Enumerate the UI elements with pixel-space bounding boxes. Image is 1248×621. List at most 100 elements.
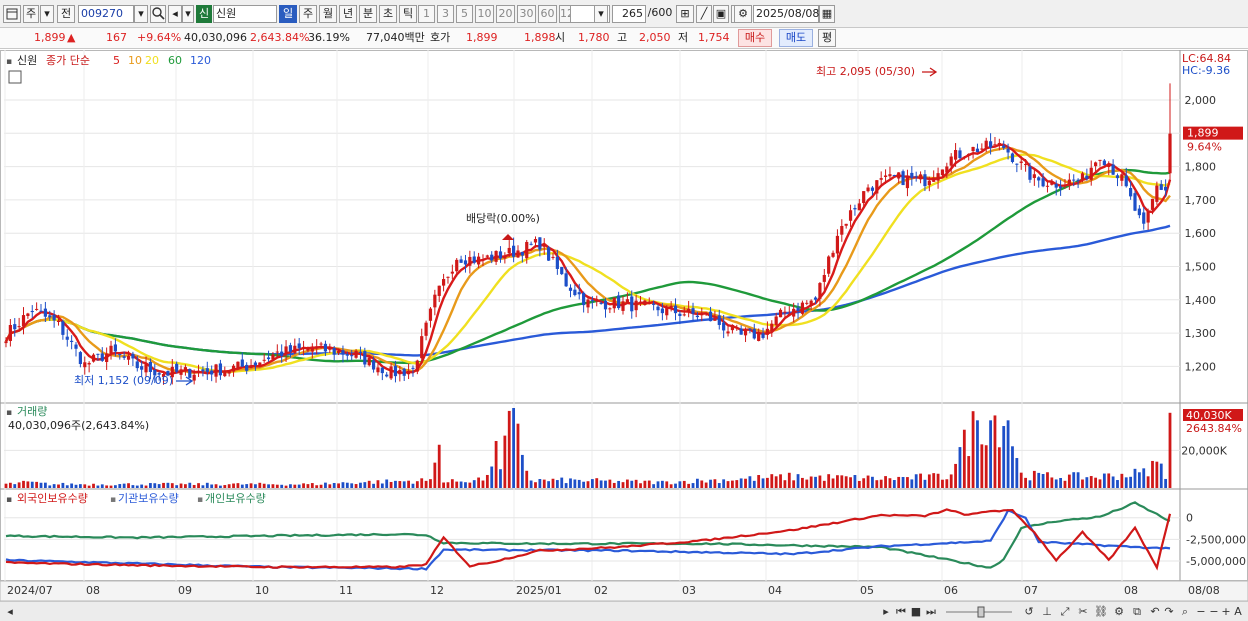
- candle-body: [1045, 185, 1050, 187]
- volume-bar: [306, 484, 310, 488]
- price-axis-tick: 1,300: [1185, 327, 1217, 340]
- pin-icon[interactable]: ⊥: [1040, 604, 1054, 619]
- open-label: 시: [555, 31, 566, 44]
- interval-button[interactable]: 20: [496, 5, 515, 23]
- volume-bar: [871, 476, 874, 488]
- candle-body: [240, 359, 244, 367]
- period-button[interactable]: 일: [279, 5, 297, 23]
- sell-button[interactable]: 매도: [779, 29, 813, 47]
- volume-bar: [1146, 476, 1150, 488]
- zoom-slider[interactable]: [944, 604, 1014, 619]
- volume-bar: [122, 483, 126, 488]
- interval-button[interactable]: 1: [418, 5, 435, 23]
- indicator-icon[interactable]: ⊞: [676, 5, 694, 23]
- zoom-out-icon[interactable]: −: [1194, 604, 1208, 619]
- ma-legend-item: 120: [190, 54, 211, 67]
- scroll-right-icon[interactable]: ▸: [880, 604, 892, 619]
- font-size-icon[interactable]: A: [1232, 604, 1244, 619]
- zoom-reset-icon[interactable]: ↺: [1022, 604, 1036, 619]
- volume-bar: [39, 482, 43, 488]
- candle-body: [1111, 164, 1115, 175]
- save-icon[interactable]: ▣: [713, 5, 729, 23]
- zoom-in-icon[interactable]: +: [1220, 604, 1232, 619]
- period-button[interactable]: 주: [299, 5, 317, 23]
- volume-bar: [709, 479, 712, 488]
- date-input[interactable]: 2025/08/08: [753, 5, 819, 23]
- period-button[interactable]: 년: [339, 5, 357, 23]
- expand-icon[interactable]: ⤢: [1058, 604, 1072, 619]
- speaker-dropdown-icon[interactable]: ▾: [182, 5, 194, 23]
- prev-button[interactable]: 전: [57, 5, 75, 23]
- tool-icon[interactable]: ✂: [1076, 604, 1090, 619]
- bottom-scrollbar[interactable]: ◂ ▸ ⏮ ■ ⏭ ↺ ⊥ ⤢ ✂ ⛓ ⚙ ⧉ ↶ ↷ ⌕ − − + A: [0, 601, 1248, 621]
- market-select[interactable]: 주: [23, 5, 39, 23]
- candle-body: [599, 302, 603, 304]
- scroll-left-icon[interactable]: ◂: [4, 604, 16, 619]
- volume-bar: [135, 485, 139, 488]
- volume-bar: [674, 483, 677, 488]
- candle-body: [293, 345, 297, 353]
- period-button[interactable]: 초: [379, 5, 397, 23]
- price-axis-tick: 2,000: [1185, 94, 1217, 107]
- interval-button[interactable]: 10: [475, 5, 494, 23]
- gear-icon[interactable]: ⚙: [734, 5, 752, 23]
- candle-body: [735, 327, 739, 329]
- speaker-icon[interactable]: ◂: [168, 5, 182, 23]
- undo-icon[interactable]: ↶: [1148, 604, 1162, 619]
- period-button[interactable]: 틱: [399, 5, 417, 23]
- candle-body: [573, 289, 577, 296]
- dividend-annotation: 배당락(0.00%): [466, 212, 540, 225]
- candle-body: [778, 309, 783, 318]
- candle-body: [870, 187, 875, 191]
- candle-body: [897, 172, 901, 179]
- eval-button[interactable]: 평: [818, 29, 836, 47]
- jump-start-icon[interactable]: ⏮: [894, 604, 908, 619]
- search-zoom-icon[interactable]: ⌕: [1178, 604, 1192, 619]
- candle-body: [490, 254, 494, 261]
- bar-count-input[interactable]: 265: [612, 5, 646, 23]
- period-button[interactable]: 월: [319, 5, 337, 23]
- chart-area[interactable]: 1,2001,3001,4001,5001,6001,7001,8001,900…: [0, 50, 1248, 601]
- candle-body: [1002, 145, 1006, 148]
- copy-icon[interactable]: ⧉: [1130, 604, 1144, 619]
- market-dropdown-icon[interactable]: ▾: [40, 5, 54, 23]
- volume-bar: [350, 483, 354, 488]
- volume-bar: [525, 470, 529, 488]
- redo-icon[interactable]: ↷: [1162, 604, 1176, 619]
- interval-button[interactable]: 30: [517, 5, 536, 23]
- stop-icon[interactable]: ■: [910, 604, 922, 619]
- jump-end-icon[interactable]: ⏭: [924, 604, 938, 619]
- candle-body: [1094, 162, 1098, 167]
- window-icon[interactable]: [3, 5, 21, 23]
- candle-body: [262, 359, 266, 361]
- volume-bar: [118, 484, 122, 488]
- code-dropdown-icon[interactable]: ▾: [134, 5, 148, 23]
- buy-button[interactable]: 매수: [738, 29, 772, 47]
- candle-body: [953, 150, 958, 160]
- volume-bar: [665, 481, 669, 488]
- link-icon[interactable]: ⛓: [1094, 604, 1108, 619]
- candle-body: [135, 361, 139, 369]
- interval-button[interactable]: 5: [456, 5, 473, 23]
- line-icon[interactable]: −: [1208, 604, 1220, 619]
- candle-body: [1054, 183, 1058, 188]
- volume-bar: [1037, 472, 1041, 488]
- interval-button[interactable]: 60: [538, 5, 557, 23]
- candle-body: [131, 353, 135, 359]
- volume-bar: [1151, 460, 1154, 488]
- candle-body: [288, 345, 293, 352]
- settings-icon[interactable]: ⚙: [1112, 604, 1126, 619]
- volume-bar: [57, 484, 60, 488]
- volume-bar: [1107, 473, 1111, 488]
- period-button[interactable]: 분: [359, 5, 377, 23]
- volume-bar: [437, 444, 441, 488]
- stock-code-input[interactable]: 009270: [78, 5, 134, 23]
- volume-bar: [586, 481, 590, 488]
- interval-button[interactable]: 3: [437, 5, 454, 23]
- search-icon[interactable]: [150, 5, 166, 23]
- stock-name-field[interactable]: 신원: [213, 5, 277, 23]
- interval-dropdown-icon[interactable]: ▾: [594, 5, 608, 23]
- drawing-tool-icon[interactable]: ╱: [696, 5, 712, 23]
- calendar-icon[interactable]: ▦: [819, 5, 835, 23]
- candle-body: [323, 343, 328, 352]
